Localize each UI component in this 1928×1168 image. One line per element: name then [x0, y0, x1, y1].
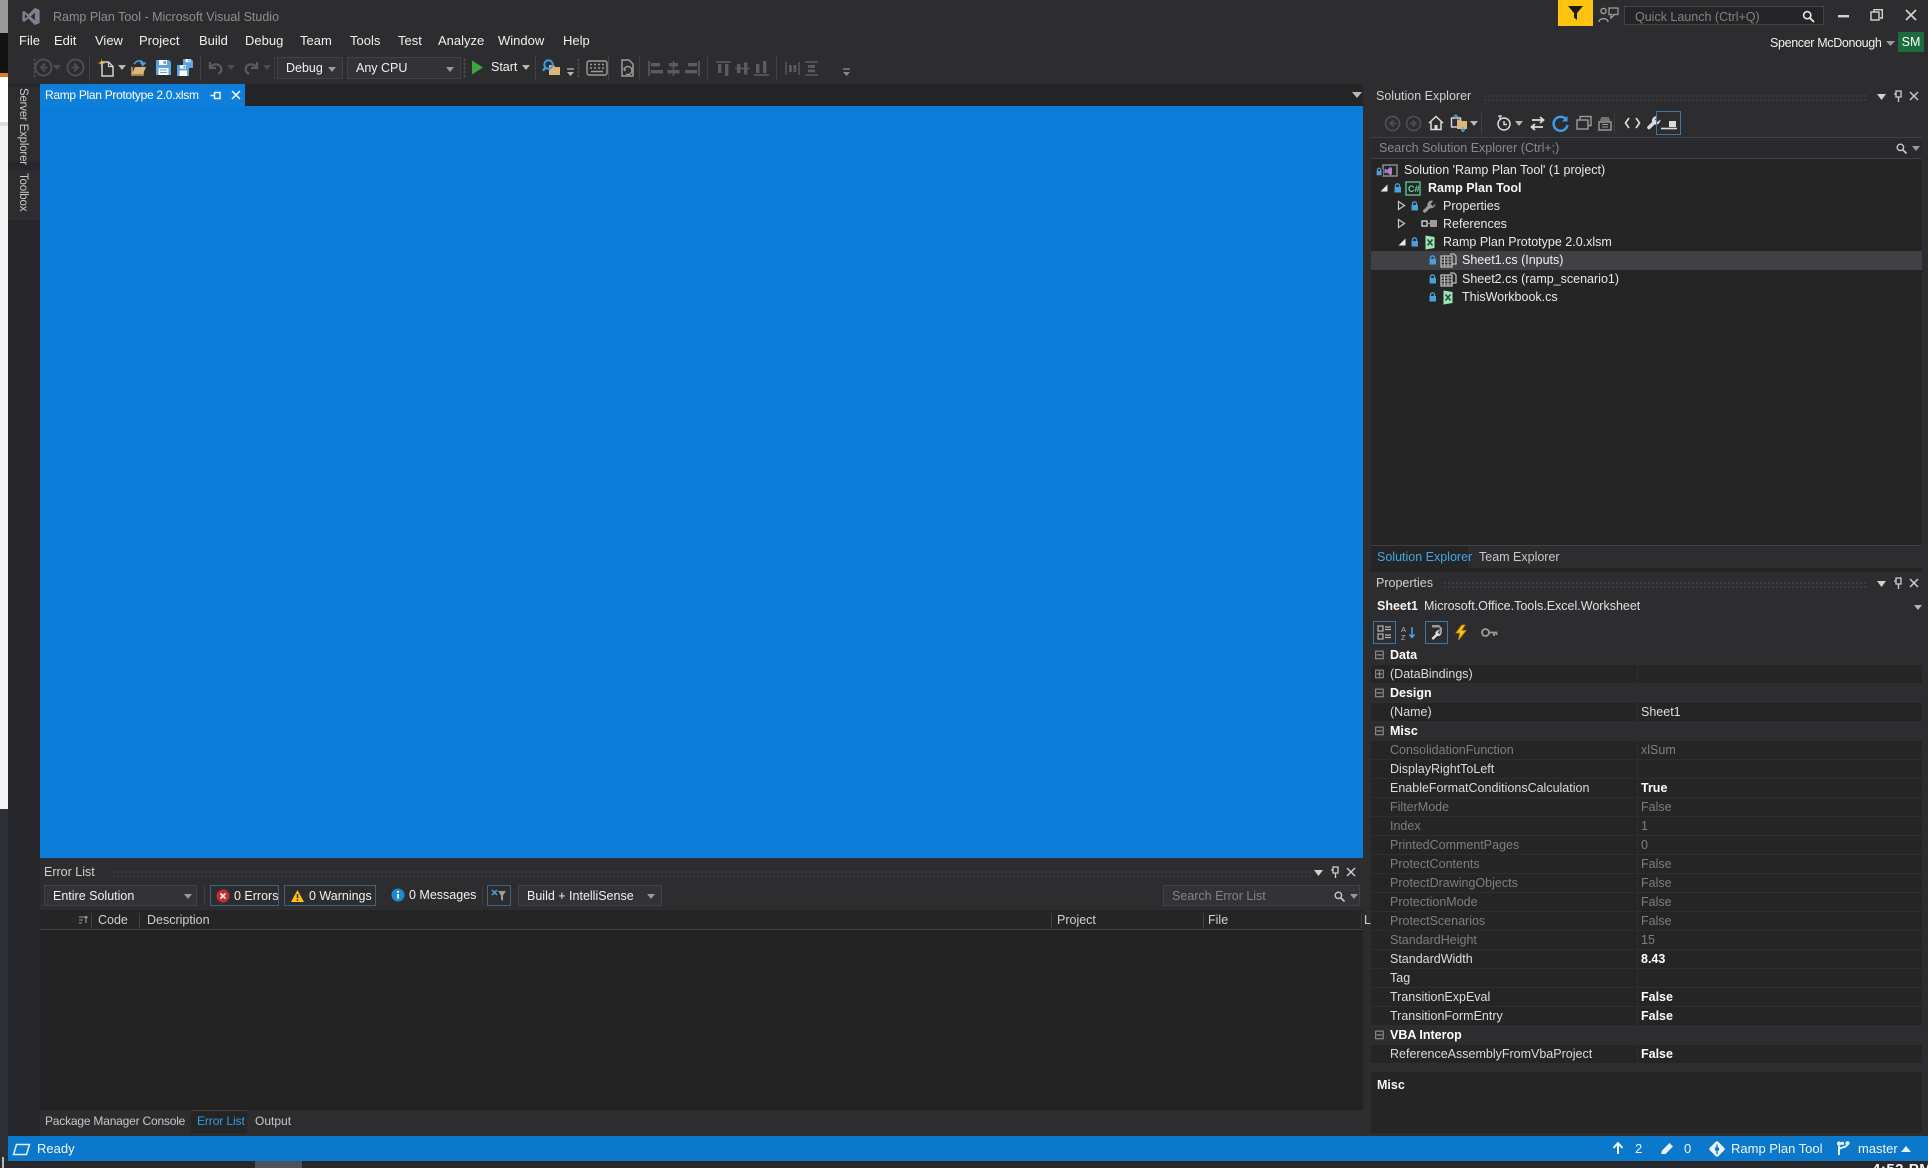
svg-text:C#: C# [1408, 184, 1420, 194]
svg-text:Z: Z [1401, 633, 1406, 641]
